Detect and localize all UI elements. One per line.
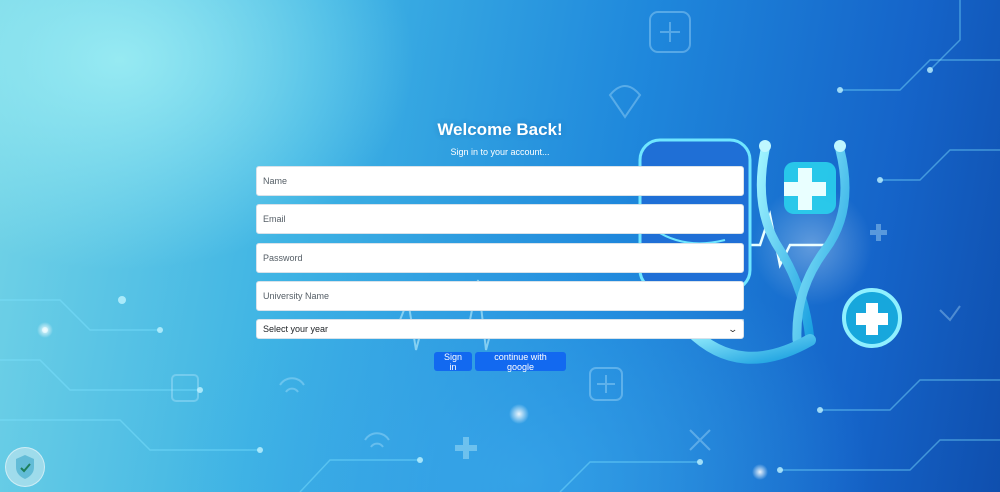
sign-in-button[interactable]: Sign in: [434, 352, 472, 372]
chevron-down-icon: ⌄: [727, 323, 739, 334]
year-select-value: Select your year: [263, 324, 329, 334]
page-subtitle: Sign in to your account...: [450, 147, 550, 157]
shield-logo-icon: [16, 455, 34, 479]
name-field[interactable]: [256, 166, 744, 196]
email-field[interactable]: [256, 204, 744, 234]
page-title: Welcome Back!: [437, 120, 563, 139]
year-select[interactable]: Select your year ⌄: [256, 319, 744, 339]
site-logo: [5, 447, 45, 487]
password-field[interactable]: [256, 243, 744, 273]
university-name-field[interactable]: [256, 281, 744, 311]
google-signin-button[interactable]: continue with google: [475, 352, 566, 372]
